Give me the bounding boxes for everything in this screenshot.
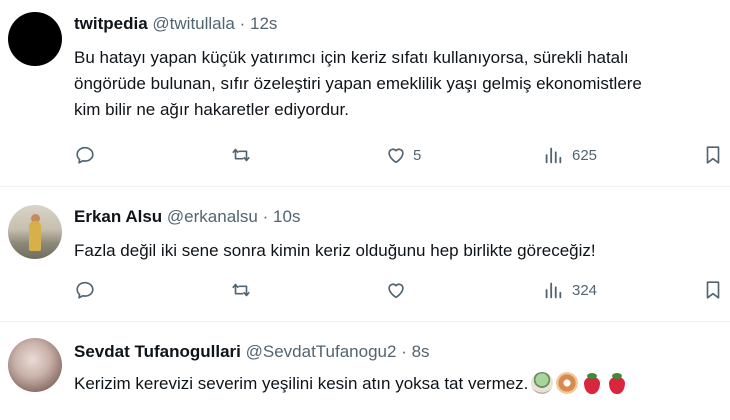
bookmark-icon (706, 281, 720, 299)
separator-dot: · (239, 14, 246, 33)
author-handle[interactable]: @erkanalsu (167, 207, 258, 226)
retweet-button[interactable] (230, 279, 252, 301)
tweet-header: Sevdat Tufanogullari @SevdatTufanogu2 · … (74, 342, 430, 362)
reply-button[interactable] (74, 144, 96, 166)
tweet-text-line: Bu hatayı yapan küçük yatırımcı için ker… (74, 48, 629, 67)
analytics-icon (545, 282, 562, 299)
views-button[interactable]: 324 (542, 279, 597, 301)
avatar-figure-body (29, 221, 41, 251)
strawberry-emoji (581, 372, 603, 394)
retweet-icon (232, 148, 250, 162)
timeline-feed: twitpedia @twitullala · 12s Bu hatayı ya… (0, 0, 730, 420)
reply-icon (76, 146, 94, 164)
author-name[interactable]: twitpedia (74, 14, 148, 33)
tweet-text: Bu hatayı yapan küçük yatırımcı için ker… (74, 45, 730, 123)
tweet[interactable]: twitpedia @twitullala · 12s Bu hatayı ya… (0, 0, 730, 187)
tweet-text-line: Kerizim kerevizi severim yeşilini kesin … (74, 371, 730, 397)
author-name[interactable]: Erkan Alsu (74, 207, 162, 226)
tweet-actions: 324 (74, 279, 730, 303)
donut-emoji (556, 372, 579, 394)
tweet[interactable]: Erkan Alsu @erkanalsu · 10s Fazla değil … (0, 187, 730, 322)
tweet-text: Kerizim kerevizi severim yeşilini kesin … (74, 371, 730, 397)
tweet-actions: 5 625 (74, 144, 730, 168)
timestamp[interactable]: 12s (250, 14, 277, 33)
retweet-button[interactable] (230, 144, 252, 166)
like-button[interactable]: 5 (385, 144, 421, 166)
heart-icon (388, 283, 404, 299)
tweet-header: Erkan Alsu @erkanalsu · 10s (74, 207, 300, 227)
tweet-text-line: kim bilir ne ağır hakaretler ediyordur. (74, 100, 349, 119)
reply-icon (76, 281, 94, 299)
author-handle[interactable]: @SevdatTufanogu2 (246, 342, 397, 361)
tweet-text: Fazla değil iki sene sonra kimin keriz o… (74, 238, 730, 264)
heart-icon (388, 148, 404, 164)
avatar[interactable] (8, 12, 62, 66)
matcha-cake-emoji (531, 372, 554, 394)
reply-button[interactable] (74, 279, 96, 301)
author-name[interactable]: Sevdat Tufanogullari (74, 342, 241, 361)
avatar[interactable] (8, 338, 62, 392)
timestamp[interactable]: 10s (273, 207, 300, 226)
retweet-icon (232, 283, 250, 297)
like-button[interactable] (385, 279, 413, 301)
timestamp[interactable]: 8s (412, 342, 430, 361)
analytics-icon (545, 147, 562, 164)
avatar[interactable] (8, 205, 62, 259)
like-count: 5 (413, 146, 422, 164)
view-count: 324 (572, 281, 598, 299)
separator-dot: · (262, 207, 269, 226)
tweet-text-line: öngörüde bulunan, sıfır özeleştiri yapan… (74, 74, 642, 93)
strawberry-emoji (606, 372, 628, 394)
tweet-header: twitpedia @twitullala · 12s (74, 14, 277, 34)
tweet-text-line: Fazla değil iki sene sonra kimin keriz o… (74, 241, 596, 260)
separator-dot: · (401, 342, 407, 361)
view-count: 625 (572, 146, 598, 164)
views-button[interactable]: 625 (542, 144, 597, 166)
bookmark-button[interactable] (702, 279, 724, 301)
tweet-text-content: Kerizim kerevizi severim yeşilini kesin … (74, 374, 529, 393)
bookmark-icon (706, 146, 720, 164)
tweet[interactable]: Sevdat Tufanogullari @SevdatTufanogu2 · … (0, 322, 730, 420)
bookmark-button[interactable] (702, 144, 724, 166)
author-handle[interactable]: @twitullala (152, 14, 234, 33)
